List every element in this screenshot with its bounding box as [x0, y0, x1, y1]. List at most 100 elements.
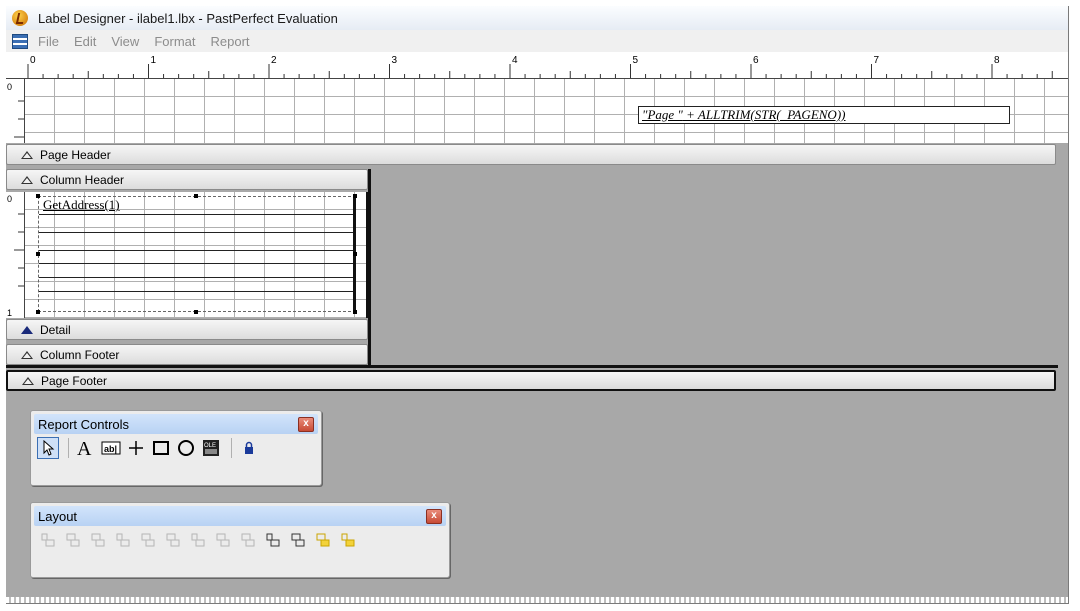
- pointer-tool-icon[interactable]: [37, 437, 59, 459]
- band-label: Column Header: [40, 172, 125, 187]
- field-line: [39, 250, 353, 251]
- field-line: [39, 232, 353, 233]
- report-menu-icon[interactable]: [12, 33, 28, 49]
- center-horizontally-icon[interactable]: [262, 529, 284, 551]
- menu-view[interactable]: View: [111, 34, 139, 49]
- report-controls-toolbar: Report Controls x A ab| OLE: [30, 410, 322, 486]
- page-number-field[interactable]: "Page " + ALLTRIM(STR(_PAGENO)): [638, 106, 1010, 124]
- close-icon[interactable]: x: [298, 417, 314, 432]
- send-to-back-icon[interactable]: [337, 529, 359, 551]
- field-line: [39, 277, 353, 278]
- resize-handle[interactable]: [353, 252, 357, 256]
- window-title: Label Designer - ilabel1.lbx - PastPerfe…: [38, 10, 338, 26]
- resize-handle[interactable]: [353, 310, 357, 314]
- line-tool-icon[interactable]: [125, 437, 147, 459]
- field-line: [39, 214, 353, 215]
- report-controls-tools: A ab| OLE: [31, 434, 321, 462]
- separator: [231, 438, 232, 458]
- same-width-icon[interactable]: [187, 529, 209, 551]
- resize-handle[interactable]: [194, 310, 198, 314]
- app-icon: [12, 10, 28, 26]
- field-tool-icon[interactable]: ab|: [100, 437, 122, 459]
- separator: [68, 438, 69, 458]
- ruler-number: 8: [994, 55, 1000, 66]
- same-size-icon[interactable]: [237, 529, 259, 551]
- field-line: [39, 291, 353, 292]
- ruler-number: 7: [874, 55, 880, 66]
- same-height-icon[interactable]: [212, 529, 234, 551]
- label-tool-icon[interactable]: A: [75, 437, 97, 459]
- band-column-footer[interactable]: Column Footer: [6, 344, 368, 365]
- band-label: Detail: [40, 322, 71, 337]
- resize-handle[interactable]: [36, 310, 40, 314]
- band-column-header[interactable]: Column Header: [6, 169, 368, 190]
- page-field-quoted: "Page ": [642, 107, 683, 122]
- ruler-number: 2: [271, 55, 277, 66]
- ruler-number: 1: [151, 55, 157, 66]
- resize-handle[interactable]: [194, 194, 198, 198]
- page-field-expr: + ALLTRIM(STR(_PAGENO)): [682, 107, 846, 122]
- vertical-ruler-page-header: 0: [6, 79, 25, 143]
- ruler-number: 0: [30, 55, 36, 66]
- center-vertically-icon[interactable]: [287, 529, 309, 551]
- report-controls-titlebar[interactable]: Report Controls x: [34, 414, 318, 434]
- ruler-number: 4: [512, 55, 518, 66]
- svg-text:A: A: [77, 438, 92, 459]
- layout-titlebar[interactable]: Layout x: [34, 506, 446, 526]
- toolbar-title: Report Controls: [38, 416, 130, 432]
- menu-edit[interactable]: Edit: [74, 34, 96, 49]
- column-divider: [368, 169, 371, 367]
- band-label: Page Footer: [41, 373, 108, 388]
- align-left-icon[interactable]: [37, 529, 59, 551]
- layout-tools: [31, 526, 449, 554]
- title-bar: Label Designer - ilabel1.lbx - PastPerfe…: [6, 6, 1068, 30]
- band-detail[interactable]: Detail: [6, 319, 368, 340]
- vruler-label-top: 0: [7, 194, 12, 204]
- resize-handle[interactable]: [36, 194, 40, 198]
- address-field-text: GetAddress(1): [43, 197, 120, 212]
- ruler-scale: 0 1 2 3 4 5 6 7 8: [27, 55, 1053, 78]
- resize-handle[interactable]: [36, 252, 40, 256]
- vruler-label: 0: [7, 82, 12, 92]
- band-label: Column Footer: [40, 347, 120, 362]
- toolbar-title: Layout: [38, 508, 78, 524]
- collapse-triangle-icon: [21, 150, 33, 159]
- label-designer-window: Label Designer - ilabel1.lbx - PastPerfe…: [6, 6, 1069, 604]
- svg-text:ab|: ab|: [104, 444, 117, 454]
- band-page-footer[interactable]: Page Footer: [6, 370, 1056, 391]
- expand-triangle-icon: [21, 325, 33, 334]
- rounded-rectangle-tool-icon[interactable]: [175, 437, 197, 459]
- menu-report[interactable]: Report: [210, 34, 249, 49]
- vruler-label-bottom: 1: [7, 308, 12, 318]
- align-bottom-icon[interactable]: [112, 529, 134, 551]
- ruler-number: 5: [633, 55, 639, 66]
- field-line: [39, 263, 353, 264]
- menu-file[interactable]: File: [38, 34, 59, 49]
- band-page-header[interactable]: Page Header: [6, 144, 1056, 165]
- align-right-icon[interactable]: [62, 529, 84, 551]
- collapse-triangle-icon: [21, 175, 33, 184]
- align-vertical-center-icon[interactable]: [137, 529, 159, 551]
- picture-ole-tool-icon[interactable]: OLE: [200, 437, 222, 459]
- collapse-triangle-icon: [21, 350, 33, 359]
- bring-to-front-icon[interactable]: [312, 529, 334, 551]
- svg-text:OLE: OLE: [204, 443, 216, 449]
- align-horizontal-center-icon[interactable]: [162, 529, 184, 551]
- horizontal-ruler: 0 1 2 3 4 5 6 7 8: [6, 52, 1068, 79]
- column-footer-divider: [6, 365, 1058, 368]
- band-label: Page Header: [40, 147, 111, 162]
- align-top-icon[interactable]: [87, 529, 109, 551]
- layout-toolbar: Layout x: [30, 502, 450, 578]
- address-field[interactable]: GetAddress(1): [36, 194, 357, 314]
- rectangle-tool-icon[interactable]: [150, 437, 172, 459]
- close-icon[interactable]: x: [426, 509, 442, 524]
- lock-tool-icon[interactable]: [238, 437, 260, 459]
- collapse-triangle-icon: [22, 376, 34, 385]
- vertical-ruler-detail: 0 1: [6, 192, 25, 318]
- window-bottom-edge: [6, 597, 1068, 603]
- resize-handle[interactable]: [353, 194, 357, 198]
- ruler-number: 6: [753, 55, 759, 66]
- menu-bar: File Edit View Format Report: [6, 30, 1068, 52]
- menu-format[interactable]: Format: [154, 34, 195, 49]
- ruler-number: 3: [392, 55, 398, 66]
